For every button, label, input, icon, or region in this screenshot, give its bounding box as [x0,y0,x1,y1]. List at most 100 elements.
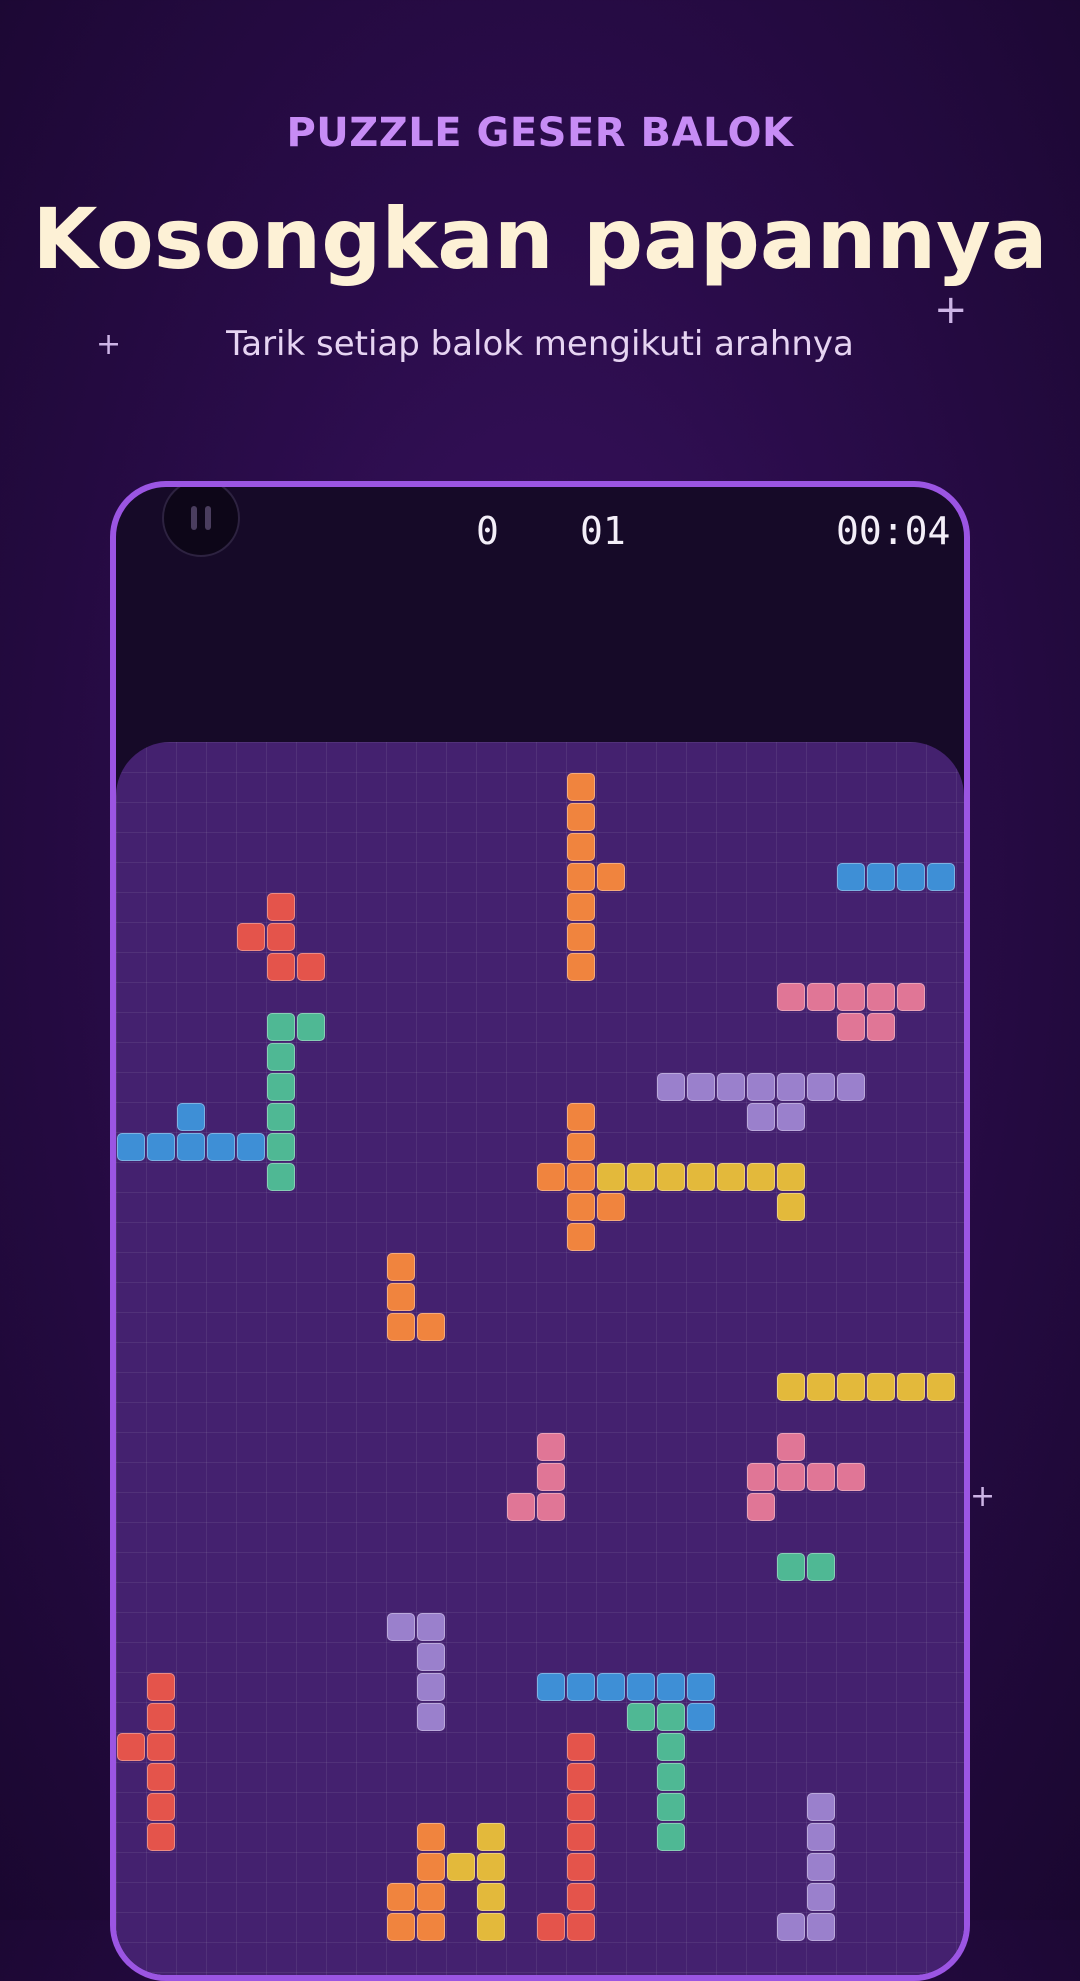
block-tile[interactable] [897,983,925,1011]
block-tile[interactable] [747,1103,775,1131]
block-tile[interactable] [807,1913,835,1941]
block-tile[interactable] [837,1373,865,1401]
block-tile[interactable] [147,1703,175,1731]
block-tile[interactable] [267,1133,295,1161]
block-tile[interactable] [717,1163,745,1191]
block-tile[interactable] [417,1853,445,1881]
block-tile[interactable] [837,1073,865,1101]
block-tile[interactable] [567,1673,595,1701]
block-tile[interactable] [777,983,805,1011]
block-tile[interactable] [597,863,625,891]
block-tile[interactable] [267,893,295,921]
block-tile[interactable] [597,1163,625,1191]
block-tile[interactable] [417,1883,445,1911]
block-tile[interactable] [537,1433,565,1461]
block-tile[interactable] [747,1073,775,1101]
block-tile[interactable] [777,1463,805,1491]
block-tile[interactable] [417,1643,445,1671]
block-tile[interactable] [237,923,265,951]
block-tile[interactable] [387,1883,415,1911]
block-tile[interactable] [147,1793,175,1821]
block-tile[interactable] [417,1703,445,1731]
block-tile[interactable] [687,1703,715,1731]
block-tile[interactable] [567,1913,595,1941]
block-tile[interactable] [567,1133,595,1161]
block-tile[interactable] [567,803,595,831]
block-tile[interactable] [567,833,595,861]
block-tile[interactable] [867,863,895,891]
block-tile[interactable] [477,1823,505,1851]
block-tile[interactable] [477,1913,505,1941]
block-tile[interactable] [657,1793,685,1821]
block-tile[interactable] [567,1163,595,1191]
pause-button[interactable] [162,487,240,557]
block-tile[interactable] [657,1823,685,1851]
block-tile[interactable] [567,1733,595,1761]
block-tile[interactable] [147,1733,175,1761]
block-tile[interactable] [387,1913,415,1941]
block-tile[interactable] [567,863,595,891]
block-tile[interactable] [207,1133,235,1161]
block-tile[interactable] [807,1073,835,1101]
block-tile[interactable] [567,923,595,951]
block-tile[interactable] [807,1463,835,1491]
block-tile[interactable] [837,1463,865,1491]
block-tile[interactable] [867,1013,895,1041]
block-tile[interactable] [777,1553,805,1581]
block-tile[interactable] [687,1163,715,1191]
block-tile[interactable] [627,1163,655,1191]
block-tile[interactable] [807,983,835,1011]
block-tile[interactable] [417,1613,445,1641]
block-tile[interactable] [117,1133,145,1161]
block-tile[interactable] [117,1733,145,1761]
block-tile[interactable] [747,1493,775,1521]
block-tile[interactable] [477,1883,505,1911]
block-tile[interactable] [567,773,595,801]
block-tile[interactable] [837,1013,865,1041]
block-tile[interactable] [567,1823,595,1851]
block-tile[interactable] [537,1673,565,1701]
block-tile[interactable] [627,1703,655,1731]
block-tile[interactable] [867,983,895,1011]
block-tile[interactable] [807,1823,835,1851]
block-tile[interactable] [147,1673,175,1701]
block-tile[interactable] [777,1163,805,1191]
block-tile[interactable] [387,1613,415,1641]
block-tile[interactable] [897,1373,925,1401]
block-tile[interactable] [567,1763,595,1791]
block-tile[interactable] [807,1373,835,1401]
block-tile[interactable] [267,1103,295,1131]
block-tile[interactable] [267,1163,295,1191]
block-tile[interactable] [657,1073,685,1101]
block-tile[interactable] [237,1133,265,1161]
block-tile[interactable] [417,1313,445,1341]
block-tile[interactable] [387,1313,415,1341]
block-tile[interactable] [747,1163,775,1191]
block-tile[interactable] [657,1733,685,1761]
block-tile[interactable] [867,1373,895,1401]
block-tile[interactable] [657,1673,685,1701]
block-tile[interactable] [777,1103,805,1131]
block-tile[interactable] [447,1853,475,1881]
block-tile[interactable] [897,863,925,891]
block-tile[interactable] [687,1073,715,1101]
block-tile[interactable] [837,863,865,891]
block-tile[interactable] [267,1013,295,1041]
block-tile[interactable] [537,1913,565,1941]
block-tile[interactable] [927,863,955,891]
block-tile[interactable] [267,953,295,981]
block-tile[interactable] [807,1793,835,1821]
block-tile[interactable] [177,1103,205,1131]
block-tile[interactable] [927,1373,955,1401]
block-tile[interactable] [777,1193,805,1221]
block-tile[interactable] [417,1823,445,1851]
block-tile[interactable] [777,1073,805,1101]
block-tile[interactable] [627,1673,655,1701]
block-tile[interactable] [567,953,595,981]
block-tile[interactable] [177,1133,205,1161]
block-tile[interactable] [417,1913,445,1941]
block-tile[interactable] [267,1043,295,1071]
block-tile[interactable] [777,1373,805,1401]
block-tile[interactable] [597,1193,625,1221]
block-tile[interactable] [297,953,325,981]
